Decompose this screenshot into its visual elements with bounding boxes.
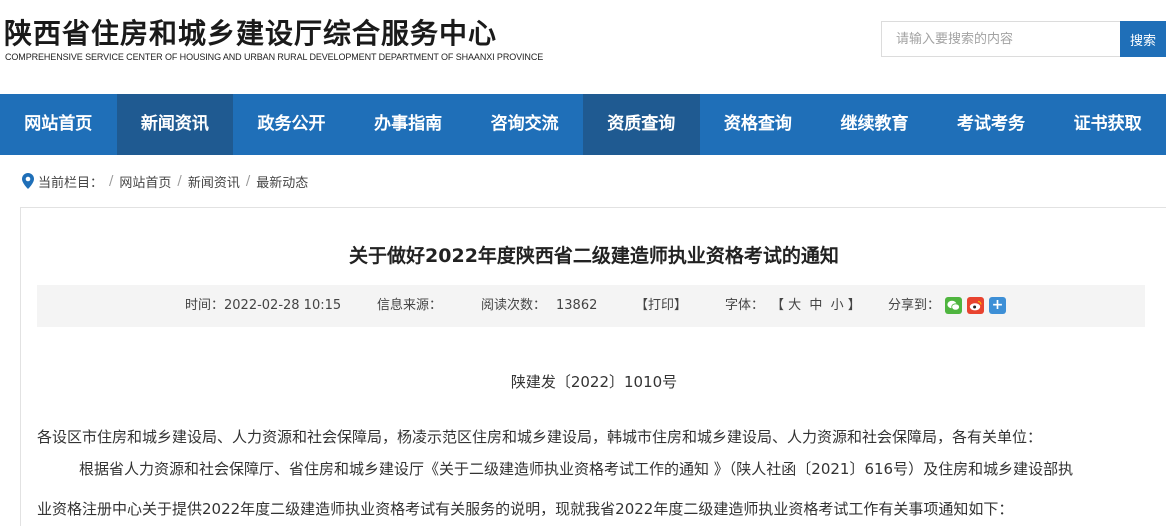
nav-item-continuing-education[interactable]: 继续教育 (816, 94, 933, 155)
article-paragraph: 业资格注册中心关于提供2022年度二级建造师执业资格考试有关服务的说明，现就我省… (37, 500, 1014, 518)
breadcrumb-separator: / (245, 173, 251, 189)
article-meta-bar: 时间：2022-02-28 10:15 信息来源： 阅读次数： 13862 【打… (37, 285, 1145, 327)
nav-item-government-affairs[interactable]: 政务公开 (233, 94, 350, 155)
breadcrumb-latest[interactable]: 最新动态 (256, 172, 308, 191)
share-icons: + (945, 297, 1006, 315)
article-container: 关于做好2022年度陕西省二级建造师执业资格考试的通知 时间：2022-02-2… (20, 207, 1166, 526)
nav-item-qualification-query[interactable]: 资质查询 (582, 94, 700, 155)
font-size-controls[interactable]: 【 大 中 小 】 (771, 285, 861, 327)
nav-item-home[interactable]: 网站首页 (0, 94, 117, 155)
article-title: 关于做好2022年度陕西省二级建造师执业资格考试的通知 (349, 245, 839, 267)
weibo-share-icon[interactable] (967, 297, 984, 314)
document-number: 陕建发〔2022〕1010号 (510, 373, 678, 391)
views-count: 13862 (556, 298, 598, 313)
search-input[interactable] (881, 21, 1121, 57)
site-title[interactable]: 陕西省住房和城乡建设厅综合服务中心 (4, 12, 497, 52)
article-paragraph: 根据省人力资源和社会保障厅、省住房和城乡建设厅《关于二级建造师执业资格考试工作的… (79, 460, 1074, 478)
site-header: 陕西省住房和城乡建设厅综合服务中心 COMPREHENSIVE SERVICE … (0, 0, 1166, 94)
views-label: 阅读次数： (481, 298, 547, 313)
wechat-share-icon[interactable] (945, 297, 962, 314)
site-subtitle: COMPREHENSIVE SERVICE CENTER OF HOUSING … (5, 52, 544, 62)
nav-item-news[interactable]: 新闻资讯 (116, 94, 234, 155)
breadcrumb-separator: / (177, 173, 182, 189)
breadcrumb-news[interactable]: 新闻资讯 (188, 172, 240, 191)
nav-item-certificate-query[interactable]: 资格查询 (700, 94, 817, 155)
font-size-label: 字体： (725, 298, 765, 313)
breadcrumb-prefix: 当前栏目： (38, 175, 104, 191)
nav-item-consultation[interactable]: 咨询交流 (466, 94, 583, 155)
share-label: 分享到： (888, 298, 941, 313)
breadcrumb-home[interactable]: 网站首页 (119, 172, 171, 191)
location-pin-icon (22, 173, 34, 189)
article-paragraph: 各设区市住房和城乡建设局、人力资源和社会保障局，杨凌示范区住房和城乡建设局，韩城… (37, 428, 1043, 446)
search-button[interactable]: 搜索 (1120, 21, 1166, 57)
breadcrumb: 当前栏目： / 网站首页 / 新闻资讯 / 最新动态 (22, 171, 308, 191)
breadcrumb-separator: / (109, 173, 114, 189)
main-nav: 网站首页 新闻资讯 政务公开 办事指南 咨询交流 资质查询 资格查询 继续教育 … (0, 94, 1166, 155)
info-source: 信息来源： (377, 298, 443, 313)
nav-item-certificate-collection[interactable]: 证书获取 (1049, 94, 1166, 155)
nav-item-service-guide[interactable]: 办事指南 (350, 94, 467, 155)
publish-time: 时间：2022-02-28 10:15 (185, 298, 342, 313)
more-share-icon[interactable]: + (989, 297, 1006, 314)
nav-item-exams[interactable]: 考试考务 (933, 94, 1050, 155)
print-button[interactable]: 【打印】 (635, 285, 687, 327)
search-box: 搜索 (881, 21, 1166, 57)
